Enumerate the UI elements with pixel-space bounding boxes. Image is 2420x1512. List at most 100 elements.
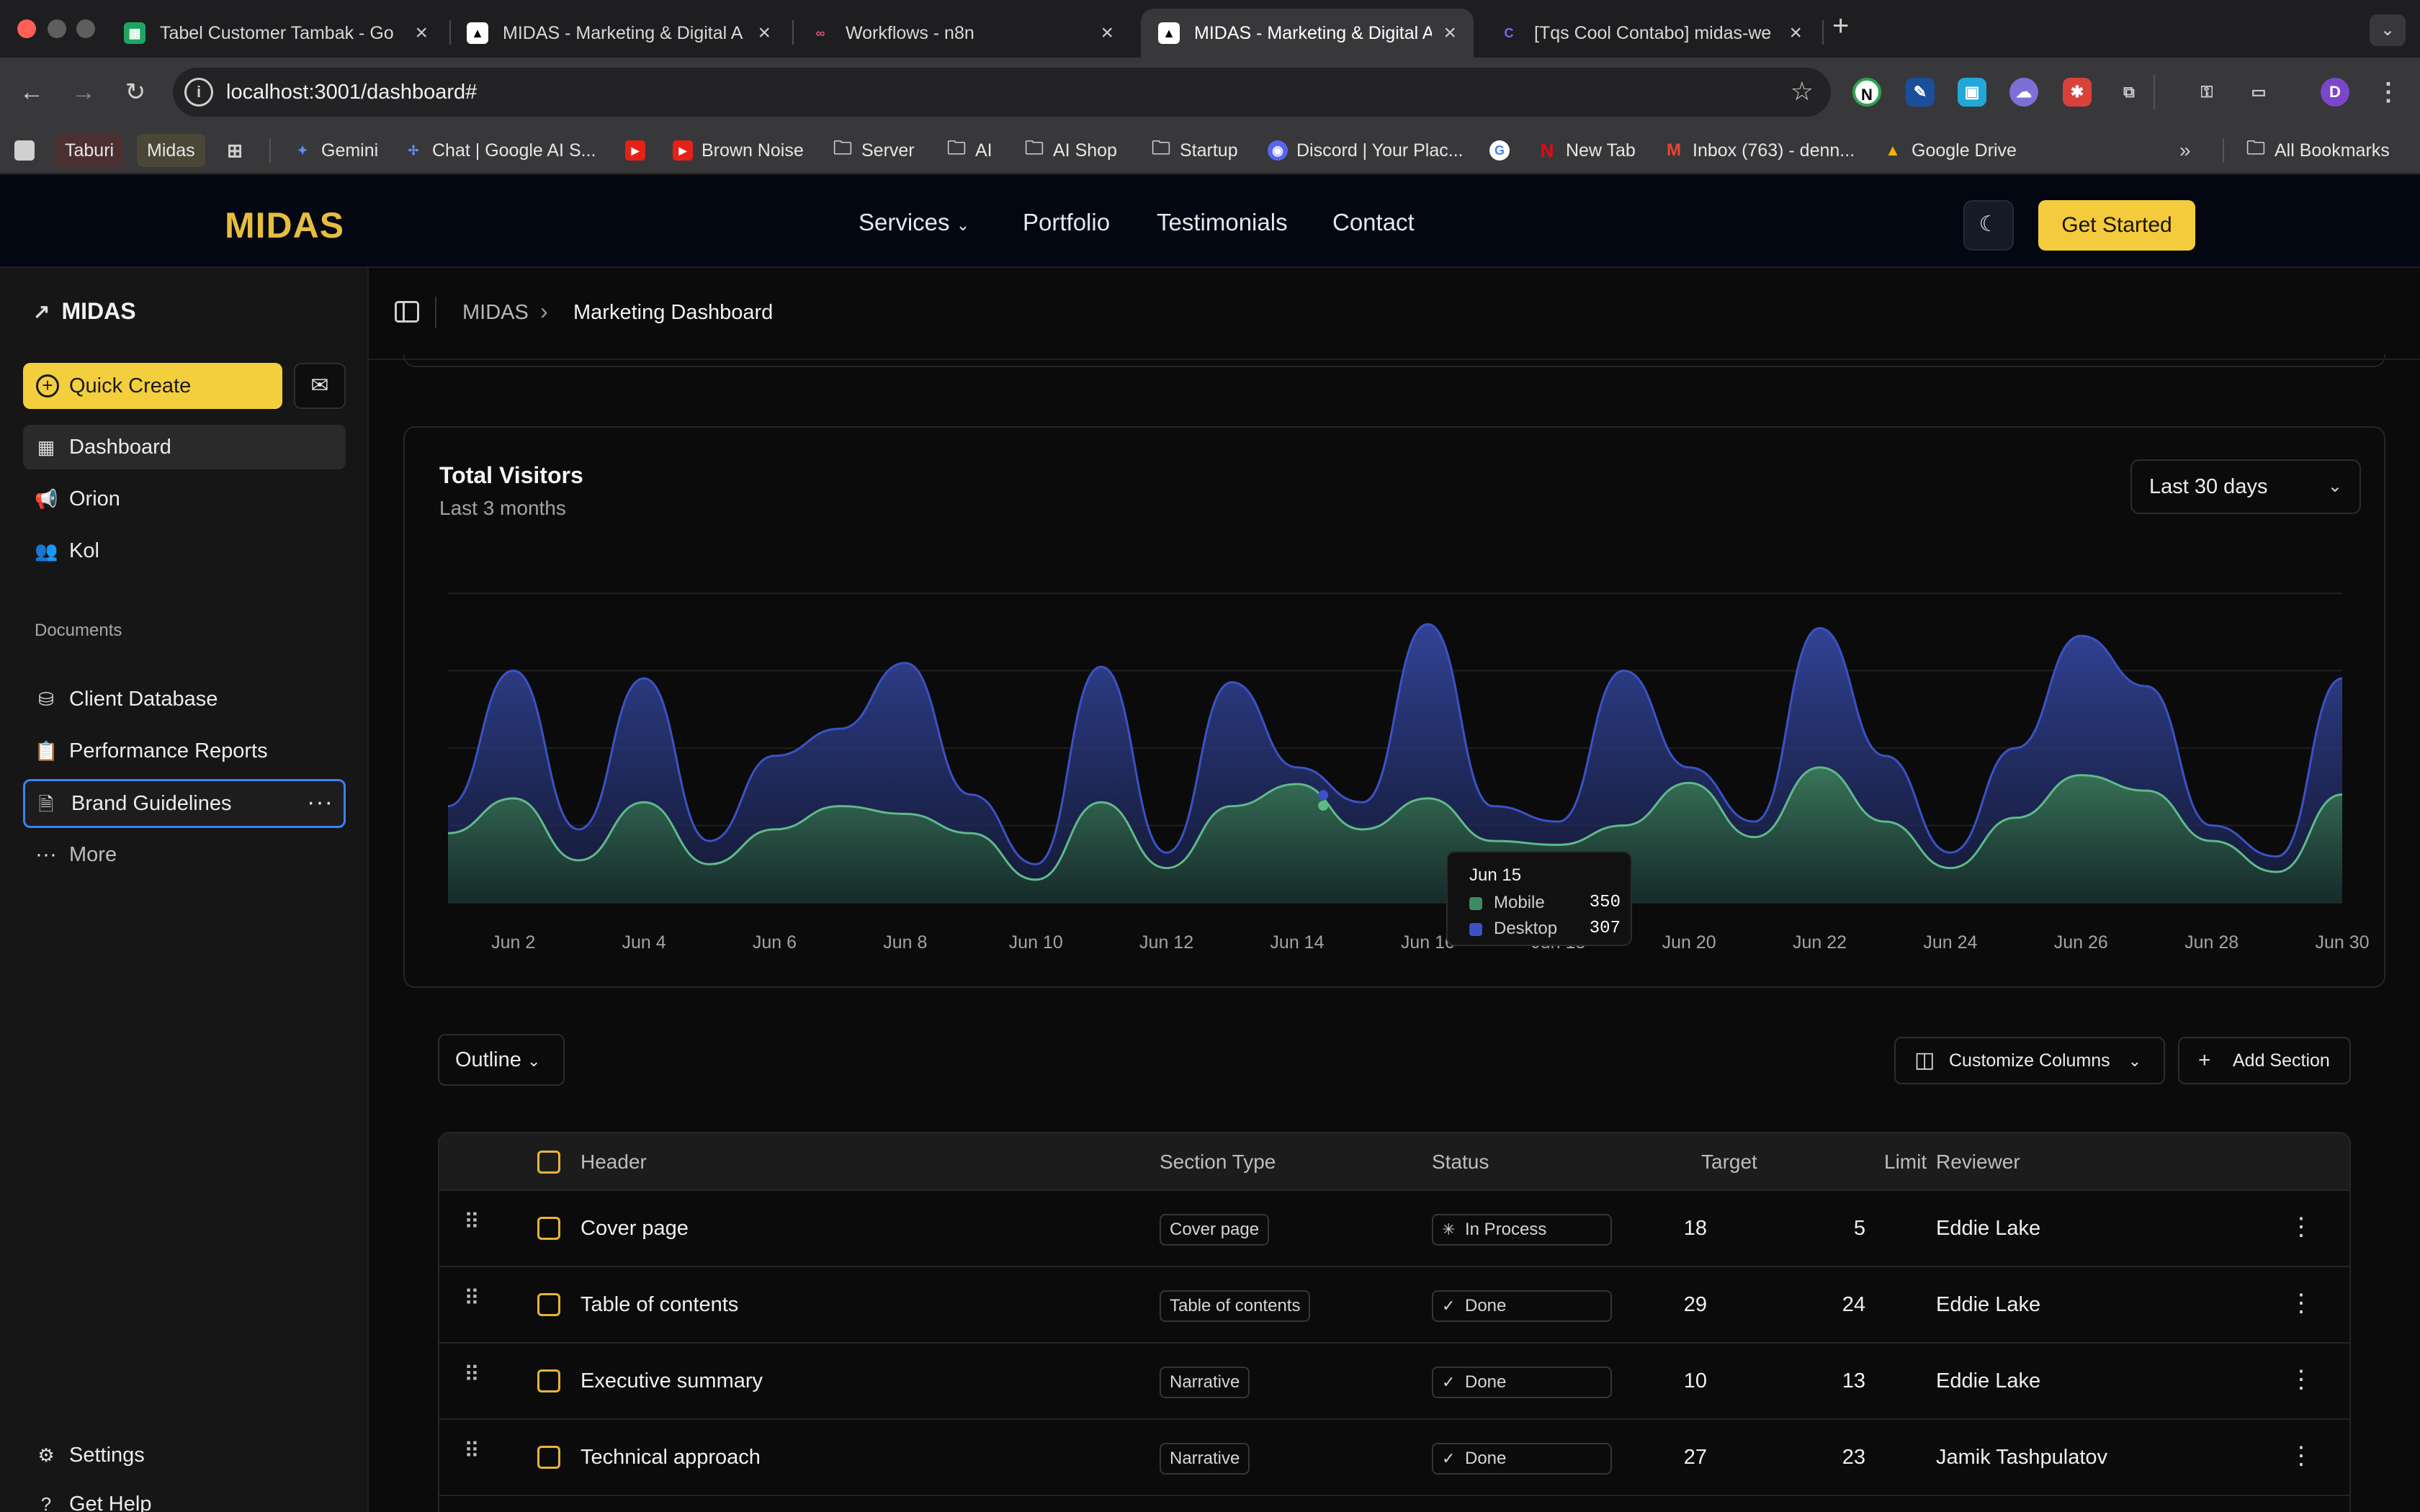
payment-card-icon[interactable]: ▭	[2244, 78, 2273, 107]
sidebar-brand[interactable]: ↗ MIDAS	[33, 298, 136, 325]
new-tab-button[interactable]: +	[1832, 10, 1849, 42]
drag-handle-icon[interactable]: ⠿	[464, 1441, 480, 1462]
browser-menu-icon[interactable]: ⋮	[2374, 78, 2403, 107]
browser-tab-active[interactable]: ▲ MIDAS - Marketing & Digital A ×	[1141, 9, 1474, 58]
browser-tab[interactable]: ∞ Workflows - n8n ×	[792, 9, 1131, 58]
limit-value[interactable]: 13	[1822, 1369, 1865, 1393]
bookmark-gemini[interactable]: ✦ Gemini	[292, 134, 378, 167]
table-row[interactable]: ⠿ Executive summary Narrative ✓ Done 10 1…	[439, 1344, 2349, 1420]
sidebar-item-more[interactable]: ··· More	[23, 832, 346, 877]
table-row[interactable]: ⠿ Technical approach Narrative ✓ Done 27 …	[439, 1420, 2349, 1496]
sidebar-item-orion[interactable]: 📢 Orion	[23, 477, 346, 521]
url-text[interactable]: localhost:3001/dashboard#	[226, 81, 477, 104]
quick-create-button[interactable]: + Quick Create	[23, 363, 282, 409]
more-bookmarks-icon[interactable]: »	[2179, 134, 2191, 167]
limit-value[interactable]: 5	[1822, 1217, 1865, 1241]
bookmark-folder-startup[interactable]: 🗀 Startup	[1151, 134, 1238, 167]
row-actions-icon[interactable]: ⋮	[2289, 1289, 2313, 1318]
bookmark-square-icon[interactable]	[14, 134, 43, 167]
sidebar-item-performance-reports[interactable]: 📋 Performance Reports	[23, 729, 346, 773]
browser-tab[interactable]: C [Tqs Cool Contabo] midas-we ×	[1481, 9, 1819, 58]
sidebar-item-brand-guidelines[interactable]: 🗎 Brand Guidelines ···	[23, 779, 346, 828]
extension-n-icon[interactable]: N	[1852, 78, 1881, 107]
drag-handle-icon[interactable]: ⠿	[464, 1364, 480, 1386]
browser-tab[interactable]: ▲ MIDAS - Marketing & Digital A ×	[449, 9, 788, 58]
apps-grid-icon[interactable]: ⊞	[225, 134, 254, 167]
bookmark-folder-ai[interactable]: 🗀 AI	[946, 134, 992, 167]
select-all-checkbox[interactable]	[537, 1151, 560, 1174]
row-actions-icon[interactable]: ⋮	[2289, 1441, 2313, 1470]
bookmark-discord[interactable]: ◉ Discord | Your Plac...	[1268, 134, 1464, 167]
bookmark-new-tab[interactable]: N New Tab	[1537, 134, 1636, 167]
reviewer-name[interactable]: Jamik Tashpulatov	[1936, 1446, 2107, 1470]
customize-columns-button[interactable]: ◫ Customize Columns ⌄	[1894, 1037, 2165, 1084]
bookmark-brown-noise[interactable]: ▶ Brown Noise	[673, 134, 804, 167]
target-value[interactable]: 29	[1664, 1293, 1707, 1317]
minimize-window-button[interactable]	[48, 19, 66, 38]
row-header[interactable]: Cover page	[581, 1217, 689, 1241]
browser-tab[interactable]: ▦ Tabel Customer Tambak - Go ×	[107, 9, 445, 58]
nav-services[interactable]: Services ⌄	[859, 209, 969, 236]
extension-translate-icon[interactable]: ▣	[1958, 78, 1986, 107]
bookmark-star-icon[interactable]: ☆	[1791, 76, 1814, 107]
table-row[interactable]: ⠿ Table of contents Table of contents ✓ D…	[439, 1267, 2349, 1344]
row-checkbox[interactable]	[537, 1217, 560, 1240]
row-header[interactable]: Technical approach	[581, 1446, 761, 1470]
date-range-select[interactable]: Last 30 days ⌄	[2130, 459, 2361, 514]
bookmark-youtube[interactable]: ▶	[625, 134, 654, 167]
sidebar-item-get-help[interactable]: ? Get Help	[23, 1482, 346, 1512]
breadcrumb-root[interactable]: MIDAS	[462, 301, 529, 325]
tab-search-chevron-icon[interactable]: ⌄	[2370, 14, 2406, 46]
outline-select[interactable]: Outline ⌄	[438, 1034, 565, 1086]
close-window-button[interactable]	[17, 19, 36, 38]
row-actions-icon[interactable]: ⋮	[2289, 1365, 2313, 1394]
site-info-icon[interactable]: i	[184, 78, 213, 107]
sidebar-item-settings[interactable]: ⚙ Settings	[23, 1433, 346, 1477]
sidebar-item-kol[interactable]: 👥 Kol	[23, 528, 346, 573]
reviewer-name[interactable]: Eddie Lake	[1936, 1217, 2040, 1241]
row-actions-icon[interactable]: ⋮	[2289, 1212, 2313, 1241]
sidebar-item-client-database[interactable]: ⛁ Client Database	[23, 677, 346, 721]
get-started-button[interactable]: Get Started	[2038, 200, 2195, 251]
bookmark-midas[interactable]: Midas	[137, 134, 205, 167]
target-value[interactable]: 18	[1664, 1217, 1707, 1241]
row-header[interactable]: Executive summary	[581, 1369, 763, 1393]
theme-toggle-moon-icon[interactable]: ☾	[1963, 200, 2014, 251]
extensions-puzzle-icon[interactable]: ⧉	[2115, 78, 2143, 107]
limit-value[interactable]: 24	[1822, 1293, 1865, 1317]
nav-contact[interactable]: Contact	[1332, 209, 1415, 236]
address-bar[interactable]: i localhost:3001/dashboard# ☆	[173, 68, 1831, 117]
maximize-window-button[interactable]	[76, 19, 95, 38]
site-logo[interactable]: MIDAS	[225, 204, 344, 246]
row-checkbox[interactable]	[537, 1369, 560, 1392]
drag-handle-icon[interactable]: ⠿	[464, 1288, 480, 1310]
extension-pen-icon[interactable]: ✎	[1906, 78, 1935, 107]
bookmark-google-drive[interactable]: ▲ Google Drive	[1883, 134, 2017, 167]
forward-arrow-icon[interactable]: →	[66, 75, 101, 109]
bookmark-folder-server[interactable]: 🗀 Server	[833, 134, 915, 167]
more-actions-icon[interactable]: ···	[307, 788, 333, 816]
nav-testimonials[interactable]: Testimonials	[1157, 209, 1288, 236]
reload-icon[interactable]: ↻	[118, 75, 153, 109]
row-header[interactable]: Table of contents	[581, 1293, 738, 1317]
close-tab-icon[interactable]: ×	[1443, 21, 1456, 45]
all-bookmarks-folder[interactable]: 🗀 All Bookmarks	[2246, 134, 2390, 167]
profile-avatar[interactable]: D	[2321, 78, 2349, 107]
target-value[interactable]: 27	[1664, 1446, 1707, 1470]
bookmark-folder-ai-shop[interactable]: 🗀 AI Shop	[1024, 134, 1117, 167]
bookmark-gmail[interactable]: M Inbox (763) - denn...	[1664, 134, 1855, 167]
close-tab-icon[interactable]: ×	[758, 21, 771, 45]
table-row[interactable]: ⠿ Cover page Cover page ✳ In Process 18 5…	[439, 1191, 2349, 1267]
bookmark-taburi[interactable]: Taburi	[55, 134, 125, 167]
bookmark-ai-studio[interactable]: ✢ Chat | Google AI S...	[403, 134, 596, 167]
extension-cloud-icon[interactable]: ☁	[2009, 78, 2038, 107]
sidebar-item-dashboard[interactable]: ▦ Dashboard	[23, 425, 346, 469]
reviewer-name[interactable]: Eddie Lake	[1936, 1293, 2040, 1317]
back-arrow-icon[interactable]: ←	[14, 75, 49, 109]
bookmark-google[interactable]: G	[1489, 134, 1518, 167]
limit-value[interactable]: 23	[1822, 1446, 1865, 1470]
close-tab-icon[interactable]: ×	[415, 21, 428, 45]
row-checkbox[interactable]	[537, 1293, 560, 1316]
mail-icon[interactable]: ✉	[294, 363, 346, 409]
reviewer-name[interactable]: Eddie Lake	[1936, 1369, 2040, 1393]
